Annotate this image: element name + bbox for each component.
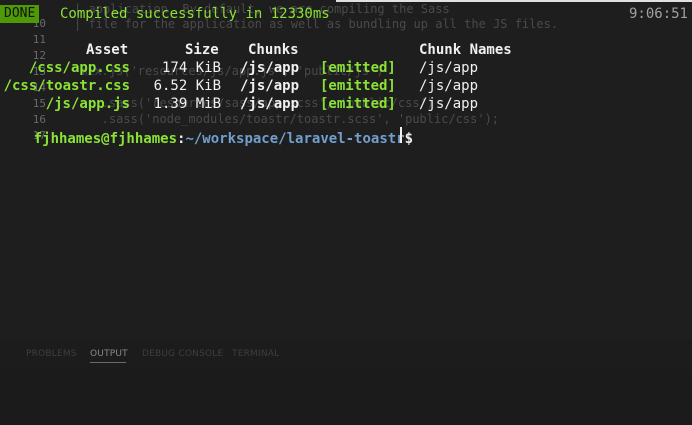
prompt-symbol: $ — [404, 131, 414, 147]
prompt-path: ~/workspace/laravel-toastr — [185, 131, 405, 147]
tab-output[interactable]: OUTPUT — [90, 349, 128, 359]
active-tab-indicator — [90, 362, 126, 363]
asset-chunk-names: /js/app — [419, 60, 479, 76]
header-size: Size — [185, 42, 219, 58]
done-badge: DONE — [0, 5, 40, 23]
asset-size: 174 KiB — [161, 60, 221, 76]
emitted-flag: [emitted] — [320, 96, 396, 112]
prompt-user-host: fjhhames@fjhhames — [33, 131, 178, 147]
shell-prompt[interactable]: fjhhames@fjhhames:~/workspace/laravel-to… — [0, 112, 413, 147]
compile-timestamp: 9:06:51 — [628, 6, 688, 22]
header-chunk-names: Chunk Names — [419, 42, 512, 58]
asset-chunk-names: /js/app — [419, 78, 479, 94]
header-asset: Asset — [86, 42, 129, 58]
asset-name: /css/app.css — [28, 60, 130, 76]
asset-name: /css/toastr.css — [3, 78, 130, 94]
asset-chunks: /js/app — [240, 60, 300, 76]
compile-status-message: Compiled successfully in 12330ms — [60, 6, 330, 22]
header-chunks: Chunks — [248, 42, 299, 58]
tab-debug-console[interactable]: DEBUG CONSOLE — [142, 349, 223, 359]
asset-size: 6.52 KiB — [153, 78, 221, 94]
asset-name: /js/app.js — [45, 96, 130, 112]
asset-chunks: /js/app — [240, 78, 300, 94]
emitted-flag: [emitted] — [320, 78, 396, 94]
emitted-flag: [emitted] — [320, 60, 396, 76]
asset-chunk-names: /js/app — [419, 96, 479, 112]
tab-terminal[interactable]: TERMINAL — [232, 349, 279, 359]
asset-size: 1.39 MiB — [153, 96, 221, 112]
terminal-output: DONE Compiled successfully in 12330ms 9:… — [0, 0, 692, 150]
panel-content — [0, 370, 692, 425]
asset-chunks: /js/app — [240, 96, 300, 112]
text-cursor — [400, 127, 402, 143]
tab-problems[interactable]: PROBLEMS — [26, 349, 77, 359]
window-top-edge — [336, 0, 692, 2]
